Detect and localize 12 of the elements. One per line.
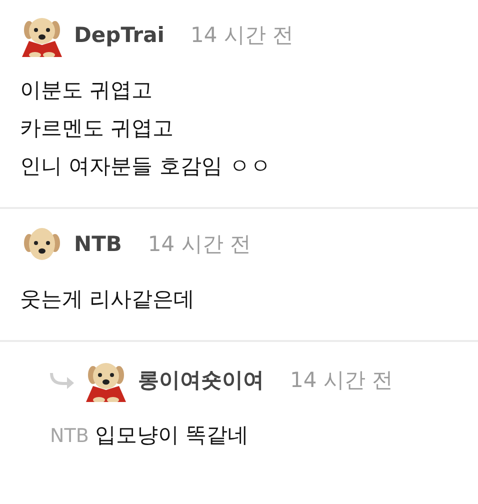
comment-text: 인니 여자분들 호감임 ㅇㅇ <box>20 153 272 180</box>
comment-time: 14 시간 전 <box>290 367 394 394</box>
author-name[interactable]: 롱이여숏이여 <box>138 366 264 394</box>
comment-text: 이분도 귀엽고 <box>20 77 154 104</box>
comment-time: 14 시간 전 <box>148 231 251 258</box>
comment-time: 14 시간 전 <box>190 22 294 49</box>
author-name[interactable]: DepTrai <box>74 23 164 47</box>
comment-text: 입모냥이 똑같네 <box>94 422 249 449</box>
comment-text: 카르멘도 귀엽고 <box>20 115 175 142</box>
comment-text: 웃는게 리사같은데 <box>20 286 196 313</box>
reply-arrow-icon <box>50 371 76 389</box>
author-name[interactable]: NTB <box>74 232 122 256</box>
